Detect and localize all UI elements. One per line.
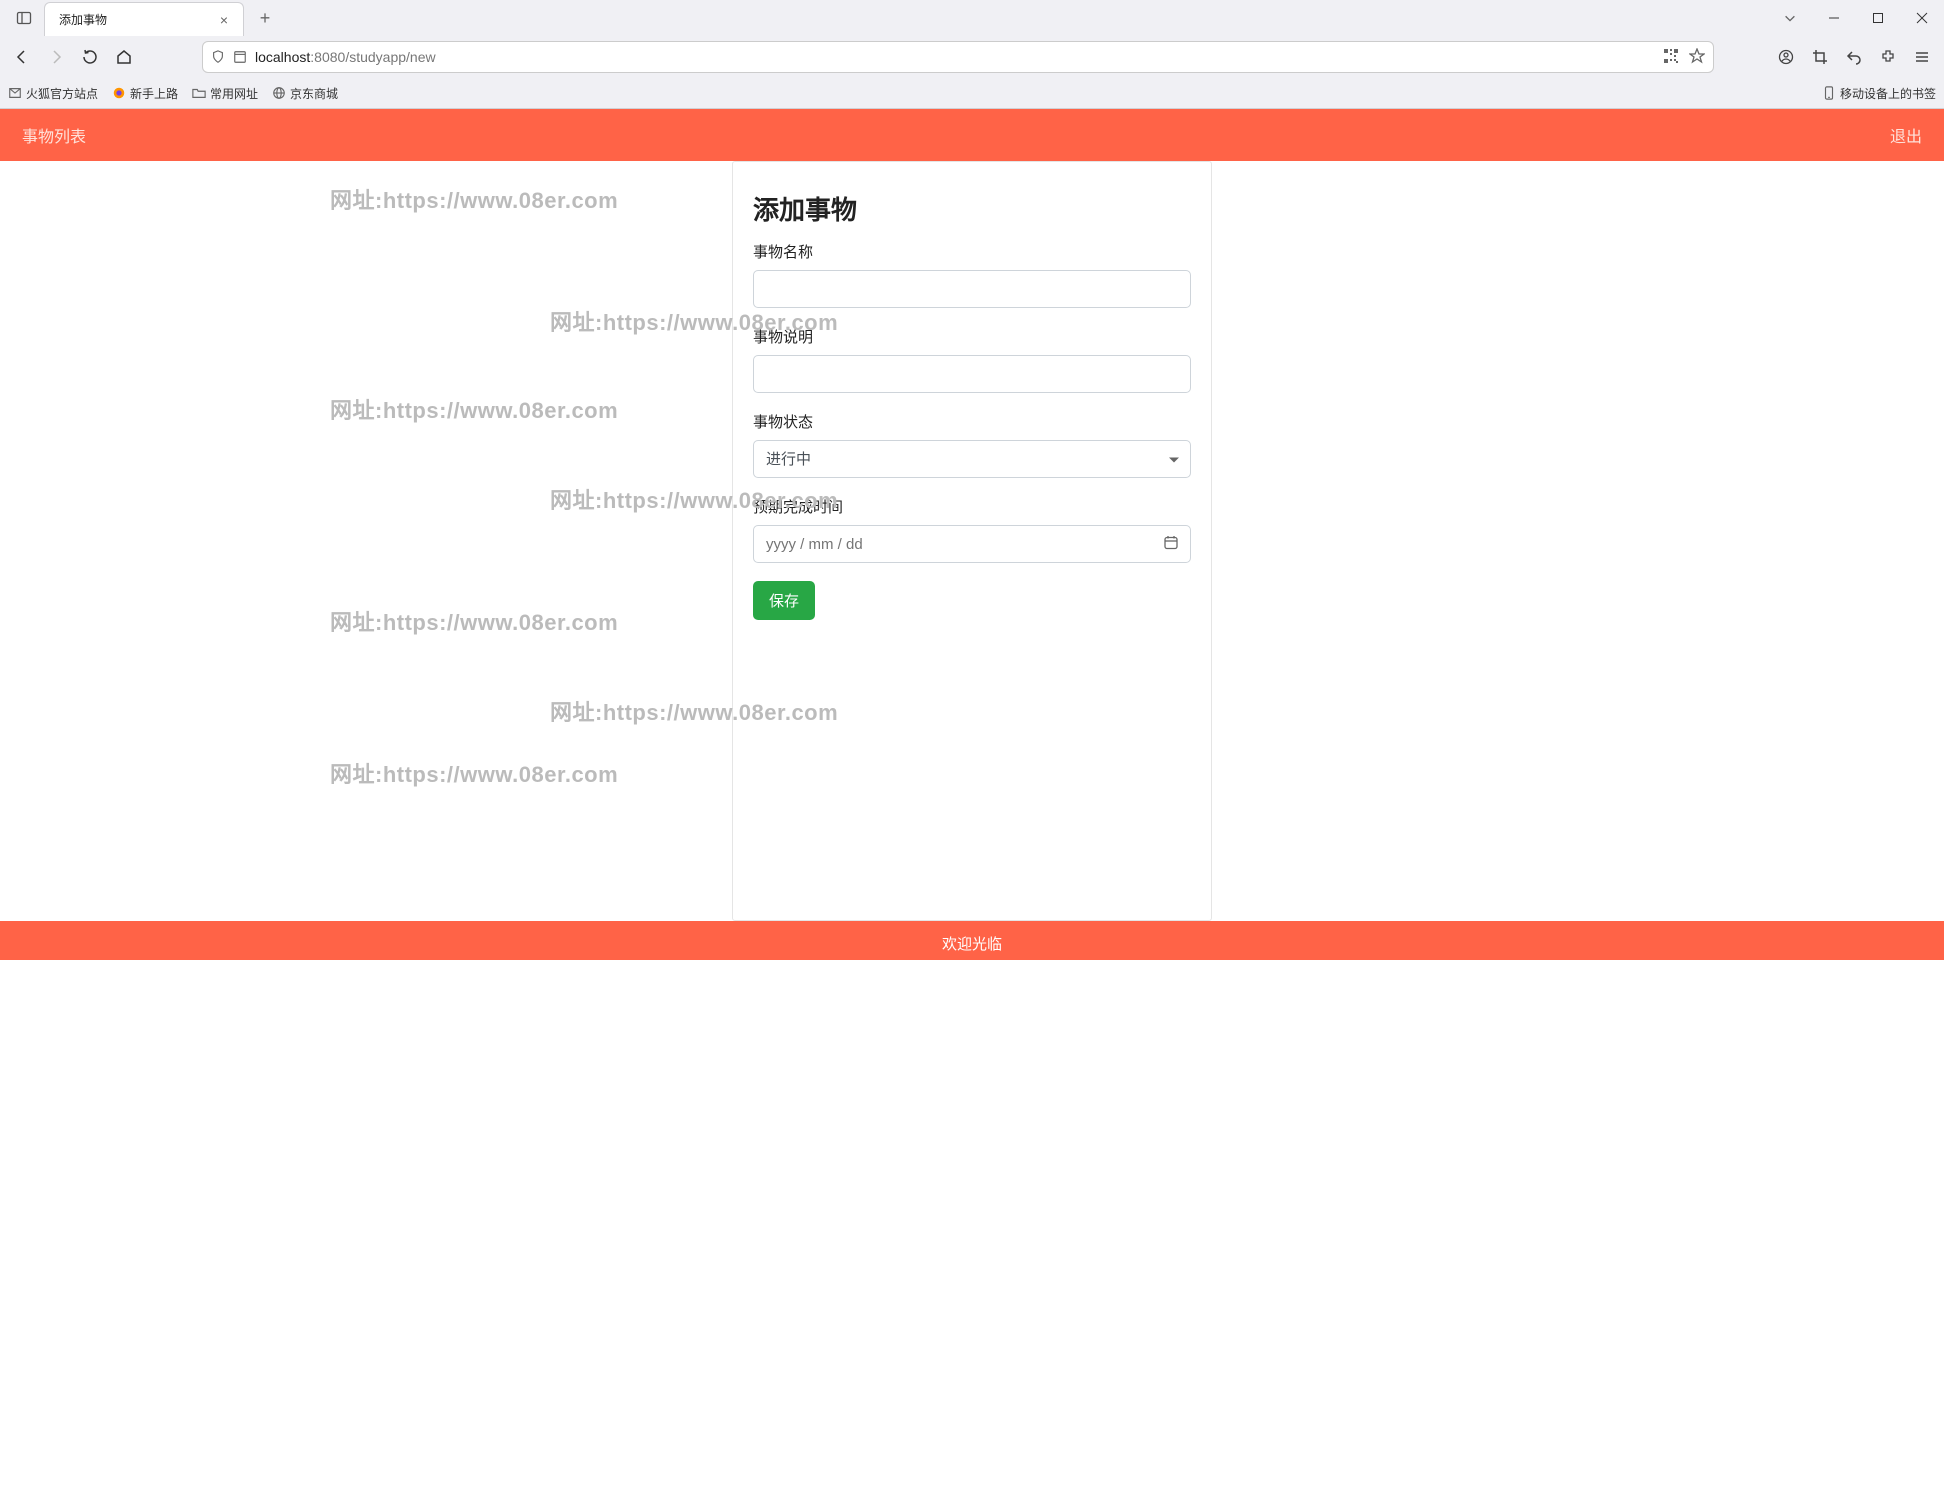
bookmark-item[interactable]: 新手上路 (112, 85, 178, 102)
new-tab-button[interactable]: + (250, 3, 280, 33)
nav-link-list[interactable]: 事物列表 (22, 123, 86, 147)
desc-label: 事物说明 (753, 326, 1191, 347)
watermark: 网址:https://www.08er.com (330, 757, 618, 789)
mobile-icon (1822, 86, 1836, 100)
app-navbar: 事物列表 退出 (0, 109, 1944, 161)
tabs-dropdown-button[interactable] (1768, 11, 1812, 25)
back-button[interactable] (6, 41, 38, 73)
page-footer: 欢迎光临 (0, 921, 1944, 960)
crop-button[interactable] (1804, 41, 1836, 73)
name-label: 事物名称 (753, 241, 1191, 262)
page-body: 事物列表 退出 网址:https://www.08er.com 网址:https… (0, 109, 1944, 960)
sidebar-toggle-button[interactable] (10, 4, 38, 32)
bookmark-item[interactable]: 京东商城 (272, 85, 338, 102)
window-maximize-button[interactable] (1856, 0, 1900, 36)
menu-button[interactable] (1906, 41, 1938, 73)
forward-button[interactable] (40, 41, 72, 73)
window-minimize-button[interactable] (1812, 0, 1856, 36)
watermark: 网址:https://www.08er.com (330, 605, 618, 637)
browser-chrome: 添加事物 × + (0, 0, 1944, 109)
home-button[interactable] (108, 41, 140, 73)
url-text: localhost:8080/studyapp/new (255, 49, 1655, 65)
nav-link-logout[interactable]: 退出 (1890, 123, 1922, 147)
page-info-icon[interactable] (233, 50, 247, 64)
name-input[interactable] (753, 270, 1191, 308)
browser-tab[interactable]: 添加事物 × (44, 2, 244, 36)
tab-close-button[interactable]: × (215, 11, 233, 29)
account-button[interactable] (1770, 41, 1802, 73)
titlebar: 添加事物 × + (0, 0, 1944, 36)
firefox-icon (112, 86, 126, 100)
globe-icon (272, 86, 286, 100)
extensions-button[interactable] (1872, 41, 1904, 73)
qr-icon[interactable] (1663, 48, 1679, 67)
bookmark-item[interactable]: 常用网址 (192, 85, 258, 102)
address-bar[interactable]: localhost:8080/studyapp/new (202, 41, 1714, 73)
folder-icon (192, 86, 206, 100)
save-button[interactable]: 保存 (753, 581, 815, 620)
reload-button[interactable] (74, 41, 106, 73)
nav-toolbar: localhost:8080/studyapp/new (0, 36, 1944, 78)
folder-icon (10, 89, 21, 98)
bookmark-star-icon[interactable] (1689, 48, 1705, 67)
date-label: 预期完成时间 (753, 496, 1191, 517)
watermark: 网址:https://www.08er.com (330, 393, 618, 425)
shield-icon (211, 50, 225, 64)
undo-button[interactable] (1838, 41, 1870, 73)
main-content: 网址:https://www.08er.com 网址:https://www.0… (0, 161, 1944, 921)
window-close-button[interactable] (1900, 0, 1944, 36)
status-select[interactable]: 进行中 (753, 440, 1191, 478)
date-input[interactable] (753, 525, 1191, 563)
status-label: 事物状态 (753, 411, 1191, 432)
form-card: 添加事物 事物名称 事物说明 事物状态 进行中 (732, 161, 1212, 921)
desc-input[interactable] (753, 355, 1191, 393)
tab-title: 添加事物 (55, 11, 215, 28)
bookmark-mobile[interactable]: 移动设备上的书签 (1822, 85, 1936, 102)
watermark: 网址:https://www.08er.com (330, 183, 618, 215)
bookmark-item[interactable]: 火狐官方站点 (8, 85, 98, 102)
bookmarks-toolbar: 火狐官方站点 新手上路 常用网址 京东商城 移动设备上的书签 (0, 78, 1944, 108)
page-title: 添加事物 (753, 190, 1191, 227)
